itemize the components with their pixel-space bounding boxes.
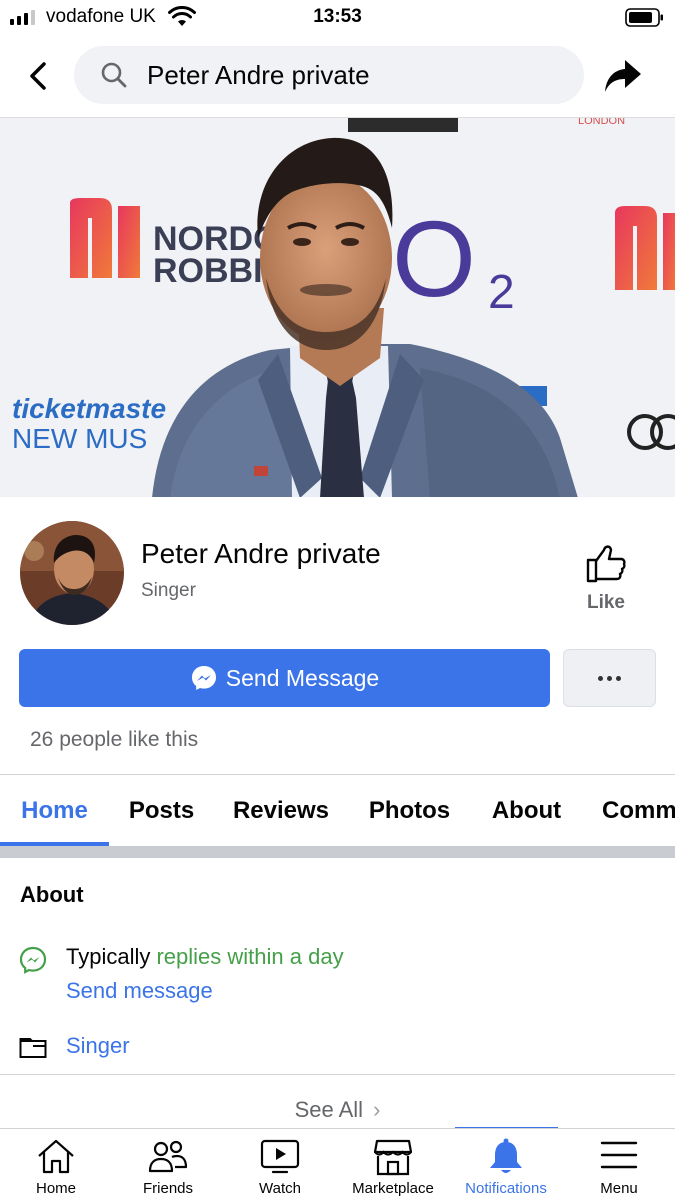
chevron-right-icon: › [373,1097,381,1122]
nav-marketplace-label: Marketplace [352,1180,434,1197]
watch-icon [260,1139,300,1174]
search-query-text: Peter Andre private [147,60,370,90]
likes-count: 26 people like this [30,728,199,751]
o2-logo: O [392,198,476,319]
london-logo-text: LONDON [578,118,625,127]
share-button[interactable] [600,54,646,98]
friends-icon [148,1140,188,1173]
cover-photo[interactable]: LONDON NORDO ROBBIN O 2 ticketmaste NEW … [0,117,675,497]
clock: 13:53 [313,6,362,27]
nav-menu-label: Menu [600,1180,638,1197]
nav-watch-label: Watch [259,1180,301,1197]
avatar[interactable] [20,521,124,625]
tab-reviews[interactable]: Reviews [221,775,341,847]
nav-marketplace[interactable]: Marketplace [336,1129,450,1200]
messenger-icon [19,946,47,974]
search-icon [101,62,127,88]
nav-menu[interactable]: Menu [563,1129,675,1200]
nav-notifications-label: Notifications [465,1180,547,1197]
nav-friends-label: Friends [142,1180,194,1197]
nav-notifications[interactable]: Notifications [450,1129,562,1200]
chevron-left-icon [30,62,46,90]
thumbs-up-icon [586,545,626,583]
o2-logo-sub: 2 [488,266,515,319]
tab-about[interactable]: About [479,775,574,847]
tab-home[interactable]: Home [0,775,109,847]
more-options-button[interactable] [563,649,656,707]
send-message-label: Send Message [225,664,380,691]
see-all-button[interactable]: See All › [0,1097,675,1123]
category-link[interactable]: Singer [66,1033,130,1059]
like-label: Like [586,592,626,613]
category-icon [19,1038,47,1058]
tab-posts[interactable]: Posts [113,775,210,847]
page-tabs: Home Posts Reviews Photos About Comm [0,775,675,847]
home-icon [38,1139,74,1174]
divider [0,1074,675,1075]
cover-illustration: LONDON NORDO ROBBIN O 2 ticketmaste NEW … [0,118,675,497]
header: Peter Andre private [0,36,675,116]
nav-watch[interactable]: Watch [224,1129,336,1200]
send-message-button[interactable]: Send Message [19,649,550,707]
nav-home[interactable]: Home [0,1129,112,1200]
nav-friends[interactable]: Friends [112,1129,224,1200]
share-icon [605,60,641,92]
marketplace-icon [373,1139,413,1176]
search-input[interactable]: Peter Andre private [74,46,584,104]
typically-label: Typically [66,944,151,969]
status-bar: vodafone UK 13:53 [0,0,675,36]
messenger-icon [191,666,216,690]
tab-community[interactable]: Comm [586,775,675,847]
like-button[interactable]: Like [570,540,642,620]
page-category: Singer [141,580,196,601]
send-message-link[interactable]: Send message [66,978,213,1004]
tab-photos[interactable]: Photos [357,775,462,847]
avatar-image [20,521,124,625]
new-music-logo: NEW MUS [12,423,147,454]
section-separator [0,846,675,858]
battery-icon [625,8,663,27]
page-name: Peter Andre private [141,538,381,569]
more-dots-icon [598,675,603,681]
menu-icon [600,1141,638,1169]
bell-icon [490,1138,522,1173]
ticketmaster-logo: ticketmaste [12,393,166,424]
response-time-value: replies within a day [156,944,344,969]
response-time-text: Typically replies within a day [66,944,344,970]
back-button[interactable] [20,56,56,96]
about-section-title: About [20,882,84,907]
see-all-label: See All [294,1097,364,1122]
nav-home-label: Home [35,1180,76,1197]
bottom-nav: Home Friends Watch Marketplace Notificat… [0,1128,675,1200]
